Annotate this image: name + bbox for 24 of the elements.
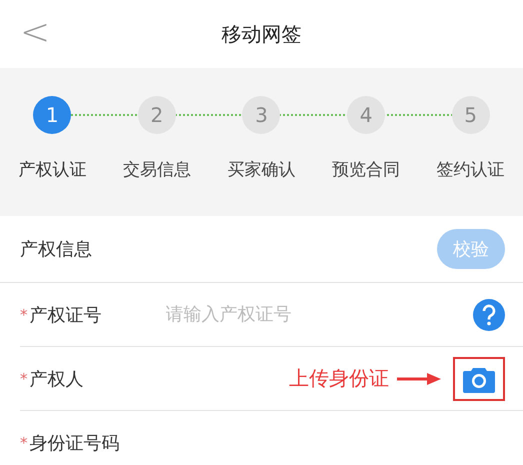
required-marker: * xyxy=(20,370,28,388)
step-label: 产权认证 xyxy=(18,159,86,181)
step-label: 预览合同 xyxy=(332,159,400,181)
step-number: 5 xyxy=(452,96,490,134)
step-number: 2 xyxy=(138,96,176,134)
step-number: 3 xyxy=(242,96,280,134)
required-marker: * xyxy=(20,306,28,324)
step-label: 交易信息 xyxy=(122,159,191,181)
page-title: 移动网签 xyxy=(222,20,302,48)
field-label: 产权证号 xyxy=(30,304,102,326)
required-marker: * xyxy=(20,434,28,452)
section-title: 产权信息 xyxy=(20,238,92,261)
verify-button[interactable]: 校验 xyxy=(437,229,505,269)
field-label: 身份证号码 xyxy=(30,432,120,454)
field-label: 产权人 xyxy=(30,368,84,390)
input-field[interactable]: 请输入产权证号 xyxy=(164,303,473,326)
annotation-text: 上传身份证 xyxy=(289,365,389,392)
back-button[interactable]: < xyxy=(14,12,56,53)
step-number: 1 xyxy=(33,96,72,134)
step-label: 买家确认 xyxy=(227,159,296,181)
step-number: 4 xyxy=(347,96,386,134)
arrow-icon xyxy=(397,372,441,386)
help-icon[interactable] xyxy=(473,298,505,330)
step-label: 签约认证 xyxy=(436,159,505,181)
